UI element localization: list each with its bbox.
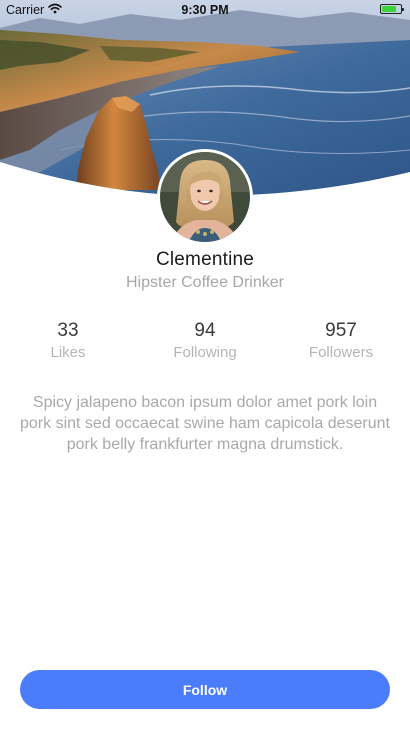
profile-screen: Carrier 9:30 PM Clementine Hipster Coffe… bbox=[0, 0, 410, 729]
status-bar: Carrier 9:30 PM bbox=[0, 0, 410, 20]
battery-icon bbox=[380, 4, 404, 14]
follow-button[interactable]: Follow bbox=[20, 670, 390, 709]
stat-label: Likes bbox=[50, 344, 86, 361]
status-time: 9:30 PM bbox=[181, 3, 229, 17]
stat-label: Following bbox=[173, 344, 237, 361]
profile-bio: Spicy jalapeno bacon ipsum dolor amet po… bbox=[20, 394, 390, 453]
stats-row: 33 Likes 94 Following 957 Followers bbox=[0, 320, 410, 364]
battery-level bbox=[382, 6, 397, 12]
stat-likes[interactable]: 33 Likes bbox=[8, 320, 128, 363]
avatar-photo bbox=[160, 152, 250, 242]
profile-tagline: Hipster Coffee Drinker bbox=[126, 274, 284, 291]
stat-value: 94 bbox=[194, 320, 216, 341]
stat-followers[interactable]: 957 Followers bbox=[281, 320, 401, 363]
status-right bbox=[380, 4, 404, 14]
stat-value: 33 bbox=[57, 320, 79, 341]
profile-name: Clementine bbox=[155, 249, 255, 270]
stat-value: 957 bbox=[325, 320, 357, 341]
stat-label: Followers bbox=[308, 344, 374, 361]
avatar[interactable] bbox=[157, 149, 253, 245]
stat-following[interactable]: 94 Following bbox=[145, 320, 265, 363]
